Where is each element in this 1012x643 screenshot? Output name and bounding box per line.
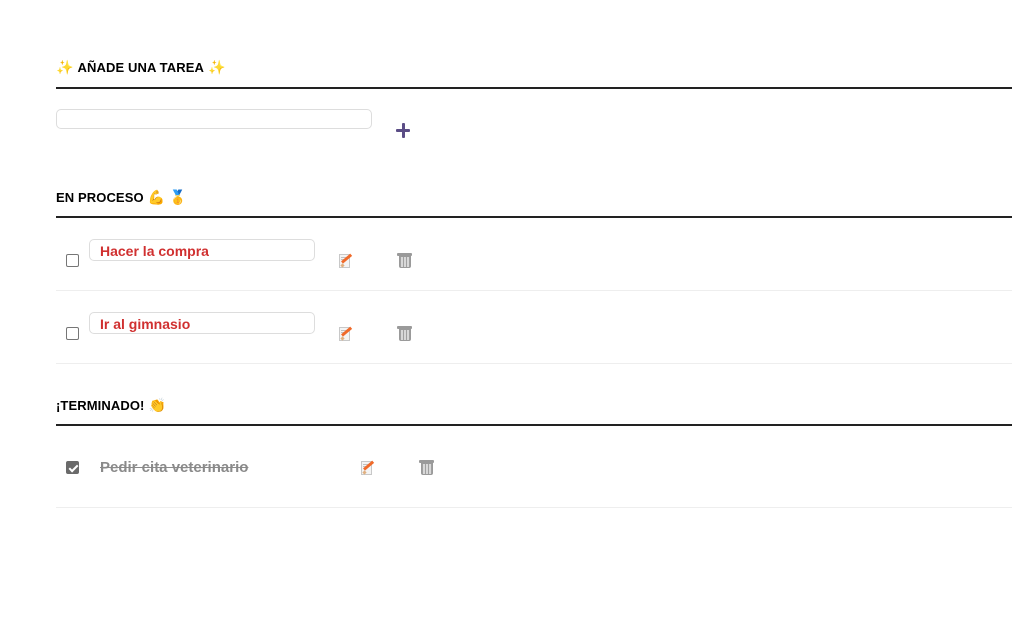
- task-row: Hacer la compra: [56, 218, 1012, 291]
- task-row: Ir al gimnasio: [56, 291, 1012, 364]
- edit-icon[interactable]: [361, 460, 375, 476]
- task-checkbox-checked[interactable]: [66, 461, 79, 474]
- done-heading: ¡TERMINADO! 👏: [56, 398, 166, 414]
- edit-icon[interactable]: [339, 326, 353, 342]
- trash-icon[interactable]: [397, 325, 412, 341]
- edit-icon[interactable]: [339, 253, 353, 269]
- flexed-biceps-icon: 💪: [147, 190, 166, 206]
- row-divider: [56, 507, 1012, 508]
- new-task-input[interactable]: [56, 109, 372, 129]
- task-text-field[interactable]: Ir al gimnasio: [89, 312, 315, 334]
- trash-icon[interactable]: [397, 252, 412, 268]
- row-divider: [56, 363, 1012, 364]
- add-task-button[interactable]: [394, 118, 412, 138]
- done-title: ¡TERMINADO!: [56, 398, 145, 413]
- task-row: Pedir cita veterinario: [56, 426, 1012, 508]
- task-checkbox[interactable]: [66, 327, 79, 340]
- sparkles-icon: ✨: [208, 60, 226, 76]
- clapping-hands-icon: 👏: [148, 398, 167, 414]
- section-divider: [56, 87, 1012, 89]
- in-process-heading: EN PROCESO 💪 🥇: [56, 190, 187, 206]
- add-task-heading: ✨ AÑADE UNA TAREA ✨: [56, 60, 226, 76]
- add-task-title: AÑADE UNA TAREA: [77, 60, 204, 75]
- task-text-field[interactable]: Hacer la compra: [89, 239, 315, 261]
- gold-medal-icon: 🥇: [169, 190, 187, 206]
- task-checkbox[interactable]: [66, 254, 79, 267]
- sparkles-icon: ✨: [56, 60, 74, 76]
- in-process-title: EN PROCESO: [56, 190, 144, 205]
- trash-icon[interactable]: [419, 459, 434, 475]
- task-text-done: Pedir cita veterinario: [100, 459, 249, 476]
